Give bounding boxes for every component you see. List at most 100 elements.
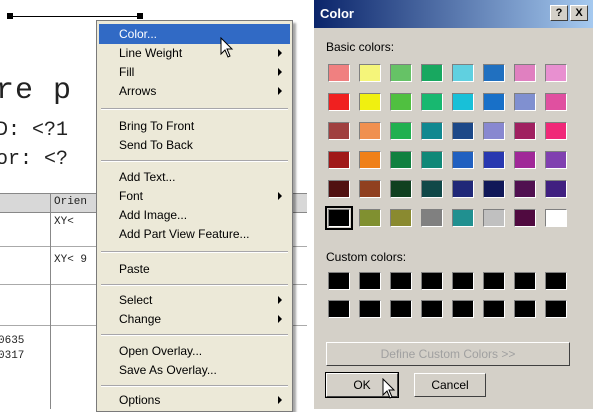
custom-color-swatch[interactable] xyxy=(514,300,536,318)
mouse-cursor-icon xyxy=(220,37,234,58)
basic-color-swatch[interactable] xyxy=(514,64,536,82)
submenu-arrow-icon xyxy=(278,315,282,323)
basic-color-swatch[interactable] xyxy=(359,64,381,82)
menu-item-bring-to-front[interactable]: Bring To Front xyxy=(99,116,290,136)
table-row-1-cell: XY< xyxy=(54,216,74,228)
custom-color-swatch[interactable] xyxy=(328,300,350,318)
submenu-arrow-icon xyxy=(278,396,282,404)
menu-item-font[interactable]: Font xyxy=(99,186,290,206)
basic-color-swatch[interactable] xyxy=(328,151,350,169)
basic-color-swatch[interactable] xyxy=(359,209,381,227)
basic-color-swatch[interactable] xyxy=(328,122,350,140)
custom-color-swatch[interactable] xyxy=(390,300,412,318)
custom-color-swatch[interactable] xyxy=(390,272,412,290)
menu-separator xyxy=(101,160,288,162)
menu-item-paste[interactable]: Paste xyxy=(99,259,290,279)
basic-color-swatch[interactable] xyxy=(390,209,412,227)
custom-color-swatch[interactable] xyxy=(483,272,505,290)
basic-color-swatch[interactable] xyxy=(390,64,412,82)
basic-color-swatch[interactable] xyxy=(359,93,381,111)
custom-colors-label: Custom colors: xyxy=(326,250,407,264)
define-custom-colors-button[interactable]: Define Custom Colors >> xyxy=(326,342,570,366)
custom-color-swatch[interactable] xyxy=(514,272,536,290)
custom-color-swatch[interactable] xyxy=(483,300,505,318)
basic-color-swatch[interactable] xyxy=(421,180,443,198)
dialog-title: Color xyxy=(320,6,354,21)
basic-color-swatch[interactable] xyxy=(421,151,443,169)
basic-color-swatch[interactable] xyxy=(325,206,353,230)
basic-color-swatch[interactable] xyxy=(452,151,474,169)
basic-color-swatch[interactable] xyxy=(545,122,567,140)
basic-color-swatch[interactable] xyxy=(545,93,567,111)
basic-color-swatch[interactable] xyxy=(545,64,567,82)
basic-color-swatch[interactable] xyxy=(328,64,350,82)
basic-color-swatch[interactable] xyxy=(328,180,350,198)
custom-color-swatch[interactable] xyxy=(359,300,381,318)
basic-color-swatch[interactable] xyxy=(359,122,381,140)
cancel-button[interactable]: Cancel xyxy=(414,373,486,397)
basic-color-swatch[interactable] xyxy=(359,180,381,198)
basic-colors-label: Basic colors: xyxy=(326,40,395,54)
menu-item-options[interactable]: Options xyxy=(99,390,290,410)
menu-item-send-to-back[interactable]: Send To Back xyxy=(99,135,290,155)
menu-item-add-part-view-feature[interactable]: Add Part View Feature... xyxy=(99,224,290,244)
basic-color-swatch[interactable] xyxy=(421,93,443,111)
basic-color-swatch[interactable] xyxy=(421,64,443,82)
basic-color-swatch[interactable] xyxy=(390,151,412,169)
basic-color-swatch[interactable] xyxy=(421,122,443,140)
basic-color-swatch[interactable] xyxy=(483,93,505,111)
menu-item-open-overlay[interactable]: Open Overlay... xyxy=(99,341,290,361)
document-line-2: or: <? xyxy=(0,148,69,171)
menu-item-fill[interactable]: Fill xyxy=(99,62,290,82)
menu-item-add-text[interactable]: Add Text... xyxy=(99,167,290,187)
custom-color-swatch[interactable] xyxy=(452,300,474,318)
basic-color-swatch[interactable] xyxy=(452,93,474,111)
menu-item-change[interactable]: Change xyxy=(99,309,290,329)
basic-color-swatch[interactable] xyxy=(359,151,381,169)
help-button[interactable]: ? xyxy=(550,5,568,21)
basic-color-swatch[interactable] xyxy=(545,180,567,198)
document-heading-fragment: re p xyxy=(0,74,73,108)
basic-color-swatch[interactable] xyxy=(452,64,474,82)
basic-color-swatch[interactable] xyxy=(545,209,567,227)
basic-color-swatch[interactable] xyxy=(514,151,536,169)
basic-color-swatch[interactable] xyxy=(514,122,536,140)
basic-color-swatch[interactable] xyxy=(483,64,505,82)
custom-color-swatch[interactable] xyxy=(359,272,381,290)
basic-color-swatch[interactable] xyxy=(452,180,474,198)
basic-color-swatch[interactable] xyxy=(390,180,412,198)
menu-item-add-image[interactable]: Add Image... xyxy=(99,205,290,225)
custom-color-swatch[interactable] xyxy=(421,272,443,290)
custom-color-swatch[interactable] xyxy=(545,300,567,318)
menu-item-arrows[interactable]: Arrows xyxy=(99,81,290,101)
basic-color-swatch[interactable] xyxy=(514,180,536,198)
close-button[interactable]: X xyxy=(570,5,588,21)
basic-color-swatch[interactable] xyxy=(390,122,412,140)
menu-item-color[interactable]: Color... xyxy=(99,24,290,44)
basic-color-swatch[interactable] xyxy=(452,122,474,140)
menu-item-save-as-overlay[interactable]: Save As Overlay... xyxy=(99,360,290,380)
basic-color-swatch[interactable] xyxy=(328,93,350,111)
selection-handle-right[interactable] xyxy=(137,13,143,19)
basic-color-swatch[interactable] xyxy=(483,151,505,169)
basic-color-swatch[interactable] xyxy=(514,209,536,227)
custom-color-swatch[interactable] xyxy=(452,272,474,290)
basic-color-swatch[interactable] xyxy=(545,151,567,169)
basic-color-swatch[interactable] xyxy=(452,209,474,227)
menu-item-select[interactable]: Select xyxy=(99,290,290,310)
custom-color-swatch[interactable] xyxy=(328,272,350,290)
basic-color-swatch[interactable] xyxy=(483,180,505,198)
basic-color-swatch[interactable] xyxy=(483,122,505,140)
basic-color-swatch[interactable] xyxy=(514,93,536,111)
basic-color-swatch[interactable] xyxy=(421,209,443,227)
basic-color-swatch[interactable] xyxy=(390,93,412,111)
table-column-divider xyxy=(50,193,51,409)
selection-handle-left[interactable] xyxy=(7,13,13,19)
dialog-title-bar[interactable]: Color ? X xyxy=(314,0,593,28)
custom-color-swatch[interactable] xyxy=(421,300,443,318)
basic-color-swatch[interactable] xyxy=(483,209,505,227)
custom-color-swatch[interactable] xyxy=(545,272,567,290)
menu-item-line-weight[interactable]: Line Weight xyxy=(99,43,290,63)
selected-line-shape[interactable] xyxy=(10,16,142,17)
submenu-arrow-icon xyxy=(278,49,282,57)
